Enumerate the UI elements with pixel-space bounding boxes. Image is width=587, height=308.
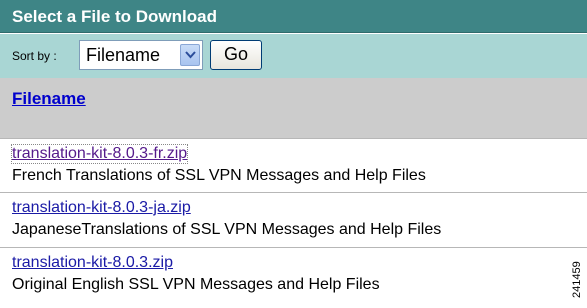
file-link[interactable]: translation-kit-8.0.3-fr.zip [10, 144, 189, 164]
table-row: translation-kit-8.0.3-fr.zip French Tran… [0, 139, 587, 191]
chevron-down-icon[interactable] [180, 44, 200, 66]
sort-by-label: Sort by : [12, 49, 57, 63]
file-link[interactable]: translation-kit-8.0.3-ja.zip [12, 199, 191, 217]
file-description: Original English SSL VPN Messages and He… [12, 276, 380, 293]
filename-column-header[interactable]: Filename [12, 89, 86, 109]
table-row: translation-kit-8.0.3.zip Original Engli… [0, 248, 587, 300]
figure-id: 241459 [571, 261, 583, 298]
download-panel: Select a File to Download Sort by : File… [0, 0, 587, 308]
file-description: French Translations of SSL VPN Messages … [12, 167, 426, 184]
file-description: JapaneseTranslations of SSL VPN Messages… [12, 221, 442, 238]
sort-select-value: Filename [86, 45, 161, 65]
panel-title: Select a File to Download [0, 0, 587, 33]
sort-toolbar: Sort by : Filename Go [0, 34, 587, 78]
go-button[interactable]: Go [210, 40, 262, 70]
table-row: translation-kit-8.0.3-ja.zip JapaneseTra… [0, 193, 587, 245]
table-header: Filename [0, 78, 587, 138]
file-link[interactable]: translation-kit-8.0.3.zip [12, 254, 173, 272]
sort-select[interactable]: Filename [79, 40, 203, 70]
